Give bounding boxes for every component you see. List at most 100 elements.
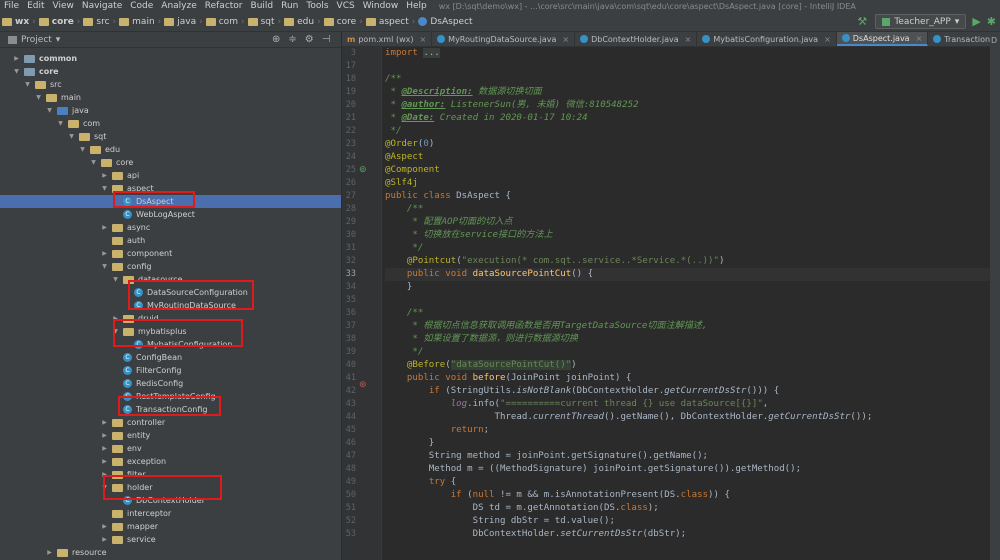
run-icon[interactable]: ▶ [972, 15, 980, 28]
tree-item[interactable]: ▼ java [0, 104, 341, 117]
editor-tab[interactable]: MyRoutingDataSource.java × [432, 32, 576, 46]
menu-code[interactable]: Code [126, 1, 157, 11]
close-icon[interactable]: × [916, 34, 923, 43]
tree-item[interactable]: ▶ async [0, 221, 341, 234]
editor-tab[interactable]: MybatisConfiguration.java × [697, 32, 837, 46]
tree-item[interactable]: ▶ common [0, 52, 341, 65]
debug-icon[interactable]: ✱ [987, 15, 996, 28]
locate-icon[interactable]: ⊕ [272, 34, 280, 45]
tree-item[interactable]: ▶ exception [0, 455, 341, 468]
breadcrumb-item[interactable]: sqt [246, 17, 277, 27]
collapsed-arrow-icon[interactable]: ▶ [101, 523, 108, 530]
collapsed-arrow-icon[interactable]: ▶ [101, 250, 108, 257]
advice-icon[interactable]: ⊛ [359, 379, 367, 392]
collapse-all-icon[interactable]: ≑ [288, 34, 296, 45]
project-panel-header[interactable]: Project ▾ ⊕ ≑ ⚙ ⊣ [0, 32, 341, 48]
menu-navigate[interactable]: Navigate [78, 1, 126, 11]
collapsed-arrow-icon[interactable]: ▶ [101, 224, 108, 231]
collapsed-arrow-icon[interactable]: ▶ [101, 536, 108, 543]
breadcrumb-item[interactable]: core [322, 17, 359, 27]
menu-tools[interactable]: Tools [302, 1, 332, 11]
code-editor[interactable]: import ... /** * @Description: 数据源切换切面 *… [383, 47, 990, 560]
close-icon[interactable]: × [685, 35, 692, 44]
tree-item[interactable]: ▼ edu [0, 143, 341, 156]
menu-refactor[interactable]: Refactor [201, 1, 247, 11]
tree-item[interactable]: ▶ api [0, 169, 341, 182]
menu-vcs[interactable]: VCS [333, 1, 359, 11]
breadcrumb-item[interactable]: java [162, 17, 198, 27]
tree-item[interactable]: ▶ resource [0, 546, 341, 559]
tree-item[interactable]: auth [0, 234, 341, 247]
collapsed-arrow-icon[interactable]: ▶ [13, 55, 20, 62]
tree-item[interactable]: ▶ env [0, 442, 341, 455]
bean-icon[interactable]: ⊚ [359, 164, 367, 177]
tree-item[interactable]: ▶ controller [0, 416, 341, 429]
breadcrumb-item[interactable]: src [81, 17, 111, 27]
collapsed-arrow-icon[interactable]: ▶ [101, 445, 108, 452]
close-icon[interactable]: × [562, 35, 569, 44]
collapsed-arrow-icon[interactable]: ▶ [101, 458, 108, 465]
code-line-23: @Order(0) [385, 139, 435, 149]
breadcrumb-item[interactable]: main [117, 17, 157, 27]
tree-item[interactable]: ▼ config [0, 260, 341, 273]
breadcrumb-item[interactable]: aspect [364, 17, 411, 27]
build-hammer-icon[interactable]: ⚒ [857, 15, 869, 28]
expanded-arrow-icon[interactable]: ▼ [112, 276, 119, 283]
tree-item-label: ConfigBean [136, 353, 183, 362]
expanded-arrow-icon[interactable]: ▼ [101, 185, 108, 192]
tree-item[interactable]: C WebLogAspect [0, 208, 341, 221]
expanded-arrow-icon[interactable]: ▼ [24, 81, 31, 88]
tree-item[interactable]: ▼ sqt [0, 130, 341, 143]
expanded-arrow-icon[interactable]: ▼ [90, 159, 97, 166]
tree-item[interactable]: ▶ entity [0, 429, 341, 442]
breadcrumb-item[interactable]: DsAspect [416, 17, 474, 27]
tree-item[interactable]: ▼ main [0, 91, 341, 104]
close-icon[interactable]: × [824, 35, 831, 44]
editor-tab[interactable]: DbContextHolder.java × [575, 32, 698, 46]
menu-run[interactable]: Run [277, 1, 302, 11]
folder-icon [112, 535, 123, 544]
collapsed-arrow-icon[interactable]: ▶ [46, 549, 53, 556]
breadcrumb-item[interactable]: com [204, 17, 240, 27]
tree-item[interactable]: C FilterConfig [0, 364, 341, 377]
gear-icon[interactable]: ⚙ [305, 34, 314, 45]
tree-item[interactable]: C RedisConfig [0, 377, 341, 390]
tree-item[interactable]: interceptor [0, 507, 341, 520]
menu-view[interactable]: View [49, 1, 78, 11]
tree-item[interactable]: ▼ src [0, 78, 341, 91]
editor-tab[interactable]: TransactionConfi [928, 32, 990, 46]
editor-tab[interactable]: DsAspect.java × [836, 32, 929, 46]
menu-edit[interactable]: Edit [23, 1, 48, 11]
tree-item[interactable]: ▶ service [0, 533, 341, 546]
expanded-arrow-icon[interactable]: ▼ [13, 68, 20, 75]
tree-item[interactable]: ▼ core [0, 156, 341, 169]
close-icon[interactable]: × [419, 35, 426, 44]
collapsed-arrow-icon[interactable]: ▶ [101, 172, 108, 179]
breadcrumb-item[interactable]: edu [282, 17, 316, 27]
run-configuration-selector[interactable]: Teacher_APP ▾ [875, 14, 967, 29]
expanded-arrow-icon[interactable]: ▼ [35, 94, 42, 101]
tree-item[interactable]: ▼ com [0, 117, 341, 130]
collapsed-arrow-icon[interactable]: ▶ [101, 419, 108, 426]
breadcrumb-item[interactable]: wx [0, 17, 31, 27]
expanded-arrow-icon[interactable]: ▼ [57, 120, 64, 127]
tree-item[interactable]: ▼ core [0, 65, 341, 78]
tree-item[interactable]: ▶ component [0, 247, 341, 260]
database-tool-tab[interactable]: D [991, 36, 997, 45]
menu-build[interactable]: Build [247, 1, 278, 11]
expanded-arrow-icon[interactable]: ▼ [46, 107, 53, 114]
expanded-arrow-icon[interactable]: ▼ [68, 133, 75, 140]
hide-panel-icon[interactable]: ⊣ [322, 34, 331, 45]
expanded-arrow-icon[interactable]: ▼ [79, 146, 86, 153]
menu-file[interactable]: File [0, 1, 23, 11]
code-line-39: */ [385, 347, 424, 357]
collapsed-arrow-icon[interactable]: ▶ [101, 432, 108, 439]
menu-analyze[interactable]: Analyze [157, 1, 200, 11]
expanded-arrow-icon[interactable]: ▼ [101, 263, 108, 270]
menu-help[interactable]: Help [402, 1, 431, 11]
menu-window[interactable]: Window [359, 1, 403, 11]
tree-item[interactable]: C ConfigBean [0, 351, 341, 364]
editor-tab[interactable]: m pom.xml (wx) × [342, 32, 433, 46]
tree-item[interactable]: ▶ mapper [0, 520, 341, 533]
breadcrumb-item[interactable]: core [37, 17, 76, 27]
